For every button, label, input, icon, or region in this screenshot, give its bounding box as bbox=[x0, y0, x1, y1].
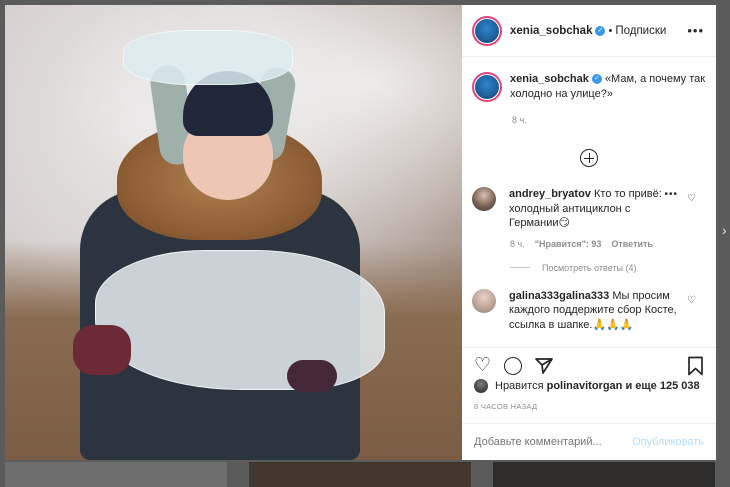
action-bar: ♡ bbox=[462, 347, 716, 376]
heart-icon[interactable]: ♡ bbox=[474, 356, 491, 375]
view-replies[interactable]: Посмотреть ответы (4) bbox=[510, 263, 716, 273]
caption-avatar[interactable] bbox=[472, 72, 502, 102]
next-arrow-icon[interactable]: › bbox=[722, 222, 727, 238]
reply-button[interactable]: Ответить bbox=[611, 239, 653, 249]
comment-text: galina333galina333 Мы просим каждого под… bbox=[509, 289, 684, 333]
post-timestamp: 8 ЧАСОВ НАЗАД bbox=[474, 402, 538, 411]
share-icon[interactable] bbox=[534, 356, 554, 376]
comment-avatar[interactable] bbox=[472, 288, 496, 313]
ice-piece-large bbox=[95, 250, 385, 390]
post-username[interactable]: xenia_sobchak bbox=[510, 25, 592, 37]
verified-badge-icon: ✓ bbox=[595, 25, 606, 36]
comment-text: andrey_bryatov Кто то привё: холодный ан… bbox=[509, 187, 664, 231]
liker-username[interactable]: polinavitorgan bbox=[547, 380, 623, 392]
post-header: xenia_sobchak ✓ • Подписки ••• bbox=[462, 5, 716, 57]
bookmark-icon[interactable] bbox=[687, 356, 704, 376]
comment-more-icon[interactable]: ••• bbox=[664, 189, 678, 200]
thumbnail-3[interactable] bbox=[493, 462, 715, 487]
caption-time: 8 ч. bbox=[512, 115, 527, 125]
likes-row: Нравится polinavitorgan и еще 125 038 bbox=[474, 379, 700, 393]
caption-username[interactable]: xenia_sobchak bbox=[510, 73, 589, 85]
view-replies-label[interactable]: Посмотреть ответы (4) bbox=[542, 263, 637, 273]
plus-circle-icon[interactable] bbox=[580, 149, 598, 167]
add-comment-bar: Опубликовать bbox=[462, 423, 716, 460]
caption: xenia_sobchak ✓ «Мам, а почему так холодн… bbox=[462, 57, 716, 102]
more-options-icon[interactable]: ••• bbox=[687, 23, 704, 38]
replies-line bbox=[510, 267, 530, 268]
thumbnail-2[interactable] bbox=[249, 462, 471, 487]
verified-badge-icon: ✓ bbox=[591, 74, 602, 85]
comment-input[interactable] bbox=[474, 436, 624, 448]
avatar[interactable] bbox=[472, 15, 502, 46]
comments-list: xenia_sobchak ✓ «Мам, а почему так холодн… bbox=[462, 57, 716, 347]
post-photo[interactable] bbox=[5, 5, 462, 460]
comment-like-heart-icon[interactable]: ♡ bbox=[687, 193, 696, 204]
comment-icon[interactable] bbox=[504, 357, 522, 375]
comment-avatar[interactable] bbox=[472, 187, 496, 211]
comment-emoji: 🙏🙏🙏 bbox=[592, 318, 634, 331]
publish-button[interactable]: Опубликовать bbox=[632, 436, 704, 448]
comment-emoji: 😏 bbox=[558, 217, 570, 229]
mitten-left bbox=[73, 325, 131, 375]
comment-meta: 8 ч. "Нравится": 93 Ответить bbox=[510, 239, 716, 249]
separator-dot: • bbox=[608, 24, 613, 37]
post-side-panel: xenia_sobchak ✓ • Подписки ••• xenia_sob… bbox=[462, 5, 716, 460]
comment-username[interactable]: andrey_bryatov bbox=[509, 188, 591, 200]
likes-prefix: Нравится bbox=[495, 380, 544, 392]
comment-item: galina333galina333 Мы просим каждого под… bbox=[462, 288, 716, 333]
liker-avatar[interactable] bbox=[474, 379, 488, 393]
comment-time: 8 ч. bbox=[510, 238, 525, 249]
likes-count[interactable]: и еще 125 038 bbox=[625, 380, 699, 392]
ice-piece-top bbox=[123, 30, 293, 85]
comment-like-heart-icon[interactable]: ♡ bbox=[687, 295, 696, 306]
caption-text: xenia_sobchak ✓ «Мам, а почему так холодн… bbox=[510, 72, 706, 102]
comment-username[interactable]: galina333galina333 bbox=[509, 290, 609, 302]
mitten-right bbox=[287, 360, 337, 392]
following-button[interactable]: Подписки bbox=[615, 25, 666, 37]
comment-item: andrey_bryatov Кто то привё: холодный ан… bbox=[462, 187, 716, 231]
thumbnail-1[interactable] bbox=[5, 462, 227, 487]
comment-likes-count[interactable]: "Нравится": 93 bbox=[535, 239, 602, 249]
